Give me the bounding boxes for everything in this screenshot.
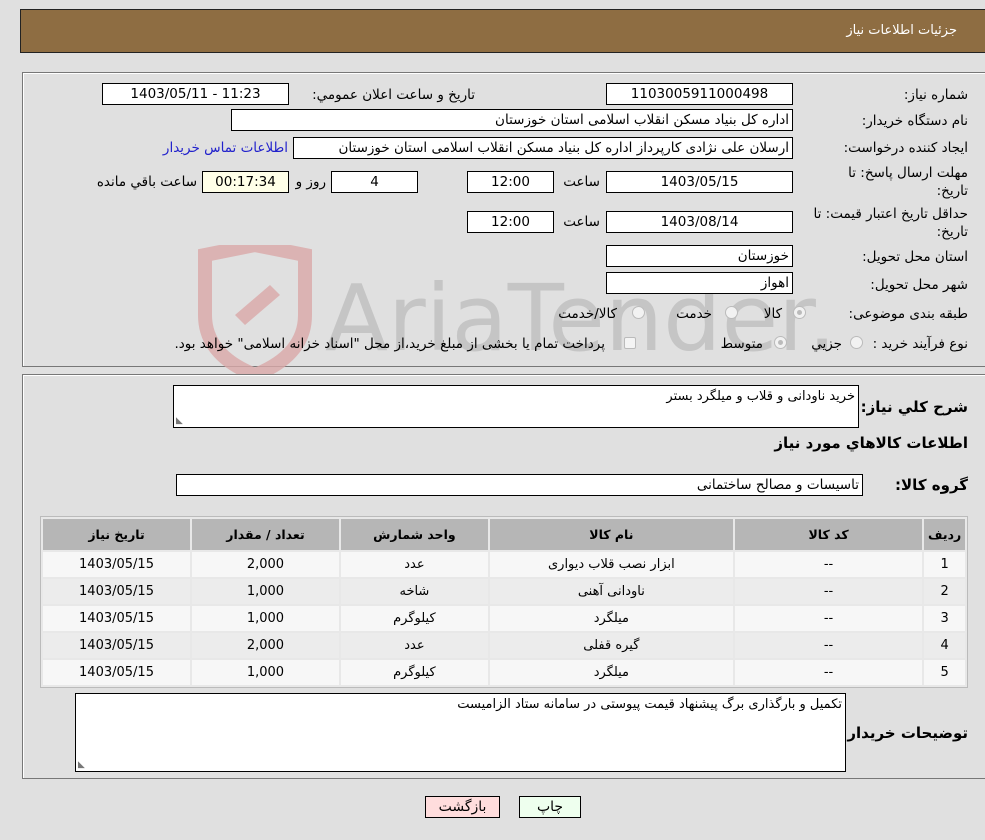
remaining-time-label: ساعت باقي مانده (96, 174, 197, 190)
process-option-minor: جزيي (811, 336, 842, 352)
requester-label: ایجاد کننده درخواست: (843, 140, 968, 156)
category-label: طبقه بندی موضوعی: (848, 306, 968, 322)
cell-qty: 1,000 (192, 606, 339, 631)
cell-date: 1403/05/15 (43, 633, 190, 658)
treasury-note: پرداخت تمام یا بخشی از مبلغ خرید،از محل … (174, 336, 605, 352)
page-header: جزئیات اطلاعات نیاز (20, 9, 985, 53)
response-deadline-label-2: تاریخ: (936, 183, 968, 199)
cell-row: 2 (924, 579, 965, 604)
category-radio-service[interactable] (725, 306, 738, 319)
goods-info-title: اطلاعات کالاهاي مورد نياز (774, 434, 968, 452)
buyer-org-label: نام دستگاه خریدار: (861, 113, 968, 129)
announce-datetime-label: تاریخ و ساعت اعلان عمومي: (312, 87, 475, 103)
cell-name: میلگرد (489, 606, 733, 631)
remaining-time-field: 00:17:34 (202, 171, 289, 193)
col-qty-header: تعداد / مقدار (192, 519, 339, 550)
cell-qty: 1,000 (192, 579, 339, 604)
remaining-days-field: 4 (331, 171, 418, 193)
announce-datetime-field: 1403/05/11 - 11:23 (102, 83, 289, 105)
cell-unit: شاخه (340, 579, 488, 604)
page-title: جزئیات اطلاعات نیاز (846, 23, 957, 38)
purchase-process-label: نوع فرآیند خرید : (872, 336, 968, 352)
need-number-field: 1103005911000498 (606, 83, 793, 105)
price-validity-label: حداقل تاریخ اعتبار قیمت: تا (813, 206, 968, 222)
col-code-header: کد کالا (734, 519, 923, 550)
cell-code: -- (734, 579, 923, 604)
goods-group-label: گروه کالا: (895, 476, 968, 494)
cell-code: -- (734, 552, 923, 577)
col-date-header: تاریخ نیاز (43, 519, 190, 550)
col-name-header: نام کالا (489, 519, 733, 550)
cell-name: گیره قفلی (489, 633, 733, 658)
cell-row: 5 (924, 660, 965, 685)
table-row: 1 -- ابزار نصب قلاب دیواری عدد 2,000 140… (43, 552, 965, 577)
category-option-goods: کالا (763, 306, 782, 322)
cell-name: ناودانی آهنی (489, 579, 733, 604)
cell-row: 4 (924, 633, 965, 658)
cell-date: 1403/05/15 (43, 606, 190, 631)
buyer-notes-label: توضیحات خریدار: (841, 724, 968, 742)
goods-table: ردیف کد کالا نام کالا واحد شمارش تعداد /… (40, 516, 968, 688)
cell-date: 1403/05/15 (43, 579, 190, 604)
col-row-header: ردیف (924, 519, 965, 550)
cell-qty: 1,000 (192, 660, 339, 685)
price-validity-time: 12:00 (467, 211, 554, 233)
table-header-row: ردیف کد کالا نام کالا واحد شمارش تعداد /… (43, 519, 965, 550)
category-radio-goods-service[interactable] (632, 306, 645, 319)
process-radio-medium[interactable] (774, 336, 787, 349)
need-number-label: شماره نیاز: (903, 87, 968, 103)
delivery-city-field: اهواز (606, 272, 793, 294)
delivery-province-field: خوزستان (606, 245, 793, 267)
category-option-goods-service: کالا/خدمت (558, 306, 617, 322)
col-unit-header: واحد شمارش (340, 519, 488, 550)
cell-date: 1403/05/15 (43, 552, 190, 577)
delivery-city-label: شهر محل تحویل: (870, 277, 968, 293)
price-validity-label-2: تاریخ: (936, 224, 968, 240)
general-desc-value: خرید ناودانی و قلاب و میلگرد بستر (666, 389, 855, 404)
cell-code: -- (734, 633, 923, 658)
back-button[interactable]: بازگشت (425, 796, 500, 818)
table-row: 3 -- میلگرد کیلوگرم 1,000 1403/05/15 (43, 606, 965, 631)
buyer-notes-textarea[interactable]: تکمیل و بارگذاری برگ پیشنهاد قیمت پیوستی… (75, 693, 846, 772)
general-desc-label: شرح کلي نياز: (860, 398, 968, 416)
cell-unit: کیلوگرم (340, 660, 488, 685)
cell-row: 3 (924, 606, 965, 631)
buyer-org-field: اداره کل بنیاد مسکن انقلاب اسلامی استان … (231, 109, 793, 131)
table-row: 5 -- میلگرد کیلوگرم 1,000 1403/05/15 (43, 660, 965, 685)
response-deadline-time: 12:00 (467, 171, 554, 193)
table-row: 2 -- ناودانی آهنی شاخه 1,000 1403/05/15 (43, 579, 965, 604)
cell-date: 1403/05/15 (43, 660, 190, 685)
resize-handle-icon[interactable]: ◢ (78, 760, 85, 770)
category-radio-goods[interactable] (793, 306, 806, 319)
print-button[interactable]: چاپ (519, 796, 581, 818)
resize-handle-icon[interactable]: ◢ (176, 416, 183, 426)
price-validity-date: 1403/08/14 (606, 211, 793, 233)
cell-name: ابزار نصب قلاب دیواری (489, 552, 733, 577)
buyer-notes-value: تکمیل و بارگذاری برگ پیشنهاد قیمت پیوستی… (457, 697, 842, 712)
process-option-medium: متوسط (720, 336, 763, 352)
cell-row: 1 (924, 552, 965, 577)
buyer-contact-link[interactable]: اطلاعات تماس خریدار (163, 140, 288, 156)
response-time-label: ساعت (563, 174, 600, 190)
process-radio-minor[interactable] (850, 336, 863, 349)
price-validity-time-label: ساعت (563, 214, 600, 230)
cell-code: -- (734, 660, 923, 685)
cell-unit: عدد (340, 552, 488, 577)
cell-unit: کیلوگرم (340, 606, 488, 631)
response-deadline-date: 1403/05/15 (606, 171, 793, 193)
requester-field: ارسلان علی نژادی کارپرداز اداره کل بنیاد… (293, 137, 793, 159)
response-deadline-label: مهلت ارسال پاسخ: تا (848, 165, 968, 181)
cell-qty: 2,000 (192, 633, 339, 658)
table-row: 4 -- گیره قفلی عدد 2,000 1403/05/15 (43, 633, 965, 658)
general-desc-textarea[interactable]: خرید ناودانی و قلاب و میلگرد بستر ◢ (173, 385, 859, 428)
days-label: روز و (295, 174, 326, 190)
cell-name: میلگرد (489, 660, 733, 685)
goods-group-field: تاسیسات و مصالح ساختمانی (176, 474, 863, 496)
cell-code: -- (734, 606, 923, 631)
category-option-service: خدمت (676, 306, 712, 322)
cell-qty: 2,000 (192, 552, 339, 577)
treasury-checkbox[interactable] (624, 337, 636, 349)
delivery-province-label: استان محل تحویل: (862, 249, 968, 265)
cell-unit: عدد (340, 633, 488, 658)
